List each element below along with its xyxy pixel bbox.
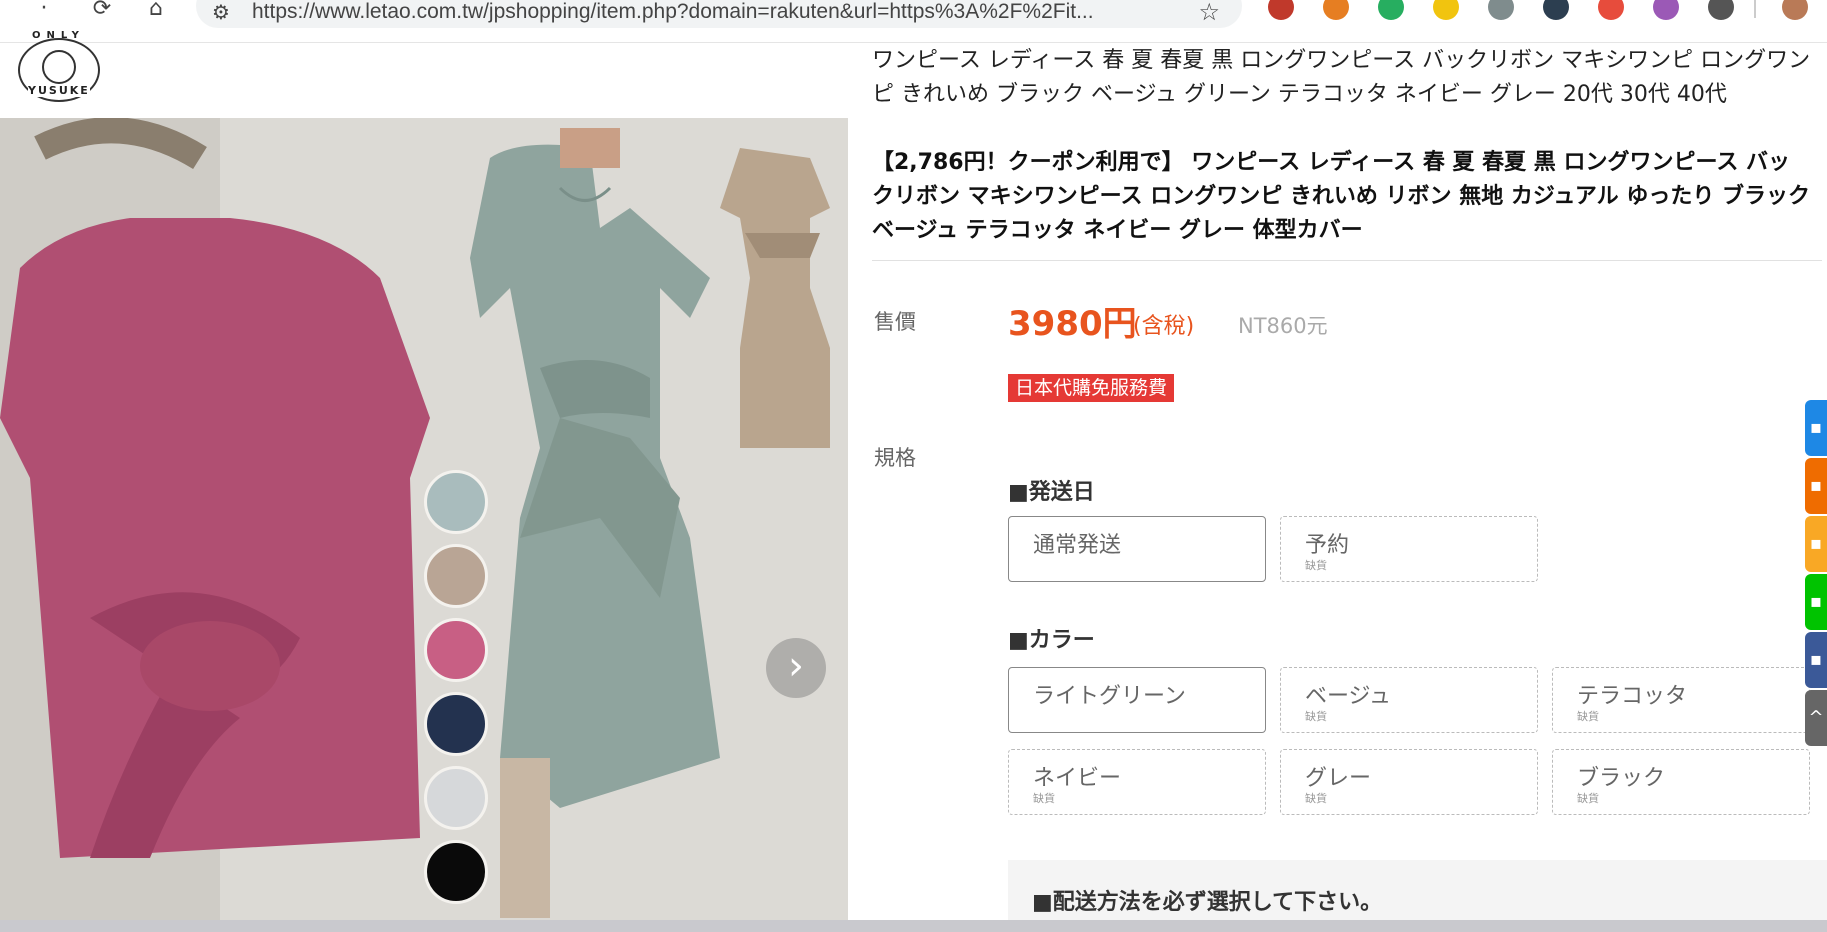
scroll-top-button[interactable]: ^ xyxy=(1805,690,1827,746)
window-bottom-edge xyxy=(0,920,1827,932)
gift-icon: ▪ xyxy=(1809,417,1823,438)
logo-bottom-text: YUSUKE xyxy=(28,84,90,97)
option-name: ライトグリーン xyxy=(1033,684,1186,709)
product-title: ワンピース レディース 春 夏 春夏 黒 ロングワンピース バックリボン マキシ… xyxy=(872,48,1811,107)
facebook-icon: ▪ xyxy=(1809,649,1823,670)
spec-label: 規格 xyxy=(874,446,916,470)
extension-icon[interactable] xyxy=(1323,0,1349,20)
coupon-button[interactable]: ▪ xyxy=(1805,458,1827,514)
chevron-right-icon: › xyxy=(788,643,804,689)
tax-note: (含稅) xyxy=(1133,314,1195,339)
extension-icon[interactable] xyxy=(1268,0,1294,20)
option-button[interactable]: ライトグリーン xyxy=(1008,667,1266,733)
extension-icon[interactable] xyxy=(1653,0,1679,20)
site-settings-icon[interactable]: ⚙ xyxy=(212,0,230,24)
extension-icon[interactable] xyxy=(1708,0,1734,20)
gift-button[interactable]: ▪ xyxy=(1805,400,1827,456)
home-icon[interactable]: ⌂ xyxy=(142,0,170,22)
option-name: テラコッタ xyxy=(1577,684,1688,709)
option-name: ネイビー xyxy=(1033,766,1122,791)
price-ntd: NT860元 xyxy=(1238,314,1328,338)
option-name: 通常発送 xyxy=(1033,533,1122,558)
browser-toolbar: · ⟳ ⌂ ⚙ https://www.letao.com.tw/jpshopp… xyxy=(0,0,1827,43)
logo-mascot-icon xyxy=(42,50,76,84)
option-button[interactable]: ネイビー 缺貨 xyxy=(1008,749,1266,815)
price-jpy: 3980円 xyxy=(1008,304,1137,344)
logo-top-text: ONLY xyxy=(32,30,85,41)
option-button[interactable]: テラコッタ 缺貨 xyxy=(1552,667,1810,733)
option-button[interactable]: 通常発送 xyxy=(1008,516,1266,582)
line-button[interactable]: ▪ xyxy=(1805,574,1827,630)
shipping-section-title: ■発送日 xyxy=(1008,480,1095,505)
extension-icon[interactable] xyxy=(1488,0,1514,20)
service-fee-badge: 日本代購免服務費 xyxy=(1008,374,1175,402)
extension-icon[interactable] xyxy=(1433,0,1459,20)
option-button[interactable]: ブラック 缺貨 xyxy=(1552,749,1810,815)
option-status: 缺貨 xyxy=(1033,792,1055,805)
facebook-button[interactable]: ▪ xyxy=(1805,632,1827,688)
line-icon: ▪ xyxy=(1809,591,1823,612)
color-swatch[interactable] xyxy=(424,618,488,682)
color-swatch[interactable] xyxy=(424,692,488,756)
extension-icon[interactable] xyxy=(1378,0,1404,20)
option-button[interactable]: ベージュ 缺貨 xyxy=(1280,667,1538,733)
coupon-icon: ▪ xyxy=(1809,475,1823,496)
bookmark-star-icon[interactable]: ☆ xyxy=(1198,0,1220,26)
delivery-notice-text: ■配送方法を必ず選択して下さい。 xyxy=(1032,890,1383,915)
color-swatch[interactable] xyxy=(424,840,488,904)
option-name: ベージュ xyxy=(1305,684,1392,709)
option-status: 缺貨 xyxy=(1305,792,1327,805)
color-swatch[interactable] xyxy=(424,470,488,534)
address-bar[interactable]: ⚙ https://www.letao.com.tw/jpshopping/it… xyxy=(196,0,1242,28)
extension-icon[interactable] xyxy=(1598,0,1624,20)
option-name: ブラック xyxy=(1577,766,1666,791)
profile-avatar[interactable] xyxy=(1782,0,1808,20)
book-icon: ▪ xyxy=(1809,533,1823,554)
book-button[interactable]: ▪ xyxy=(1805,516,1827,572)
title-divider xyxy=(872,260,1822,261)
scroll-top-icon: ^ xyxy=(1808,707,1824,728)
option-button[interactable]: 予約 缺貨 xyxy=(1280,516,1538,582)
option-status: 缺貨 xyxy=(1305,559,1327,572)
option-status: 缺貨 xyxy=(1577,710,1599,723)
reload-icon[interactable]: ⟳ xyxy=(88,0,116,22)
option-status: 缺貨 xyxy=(1305,710,1327,723)
option-name: 予約 xyxy=(1305,533,1350,558)
option-status: 缺貨 xyxy=(1577,792,1599,805)
price-label: 售價 xyxy=(874,310,916,334)
product-subtitle: 【2,786円！クーポン利用で】 ワンピース レディース 春 夏 春夏 黒 ロン… xyxy=(872,150,1810,243)
color-swatch[interactable] xyxy=(424,544,488,608)
option-name: グレー xyxy=(1305,766,1372,791)
back-icon[interactable]: · xyxy=(30,0,58,22)
url-text[interactable]: https://www.letao.com.tw/jpshopping/item… xyxy=(252,0,1094,24)
extension-icon[interactable] xyxy=(1543,0,1569,20)
option-button[interactable]: グレー 缺貨 xyxy=(1280,749,1538,815)
product-main-image[interactable]: › xyxy=(0,118,848,920)
next-image-button[interactable]: › xyxy=(766,638,826,698)
color-section-title: ■カラー xyxy=(1008,628,1095,653)
color-swatch[interactable] xyxy=(424,766,488,830)
site-logo[interactable]: ONLY YUSUKE xyxy=(14,30,100,102)
toolbar-separator xyxy=(1754,0,1756,18)
